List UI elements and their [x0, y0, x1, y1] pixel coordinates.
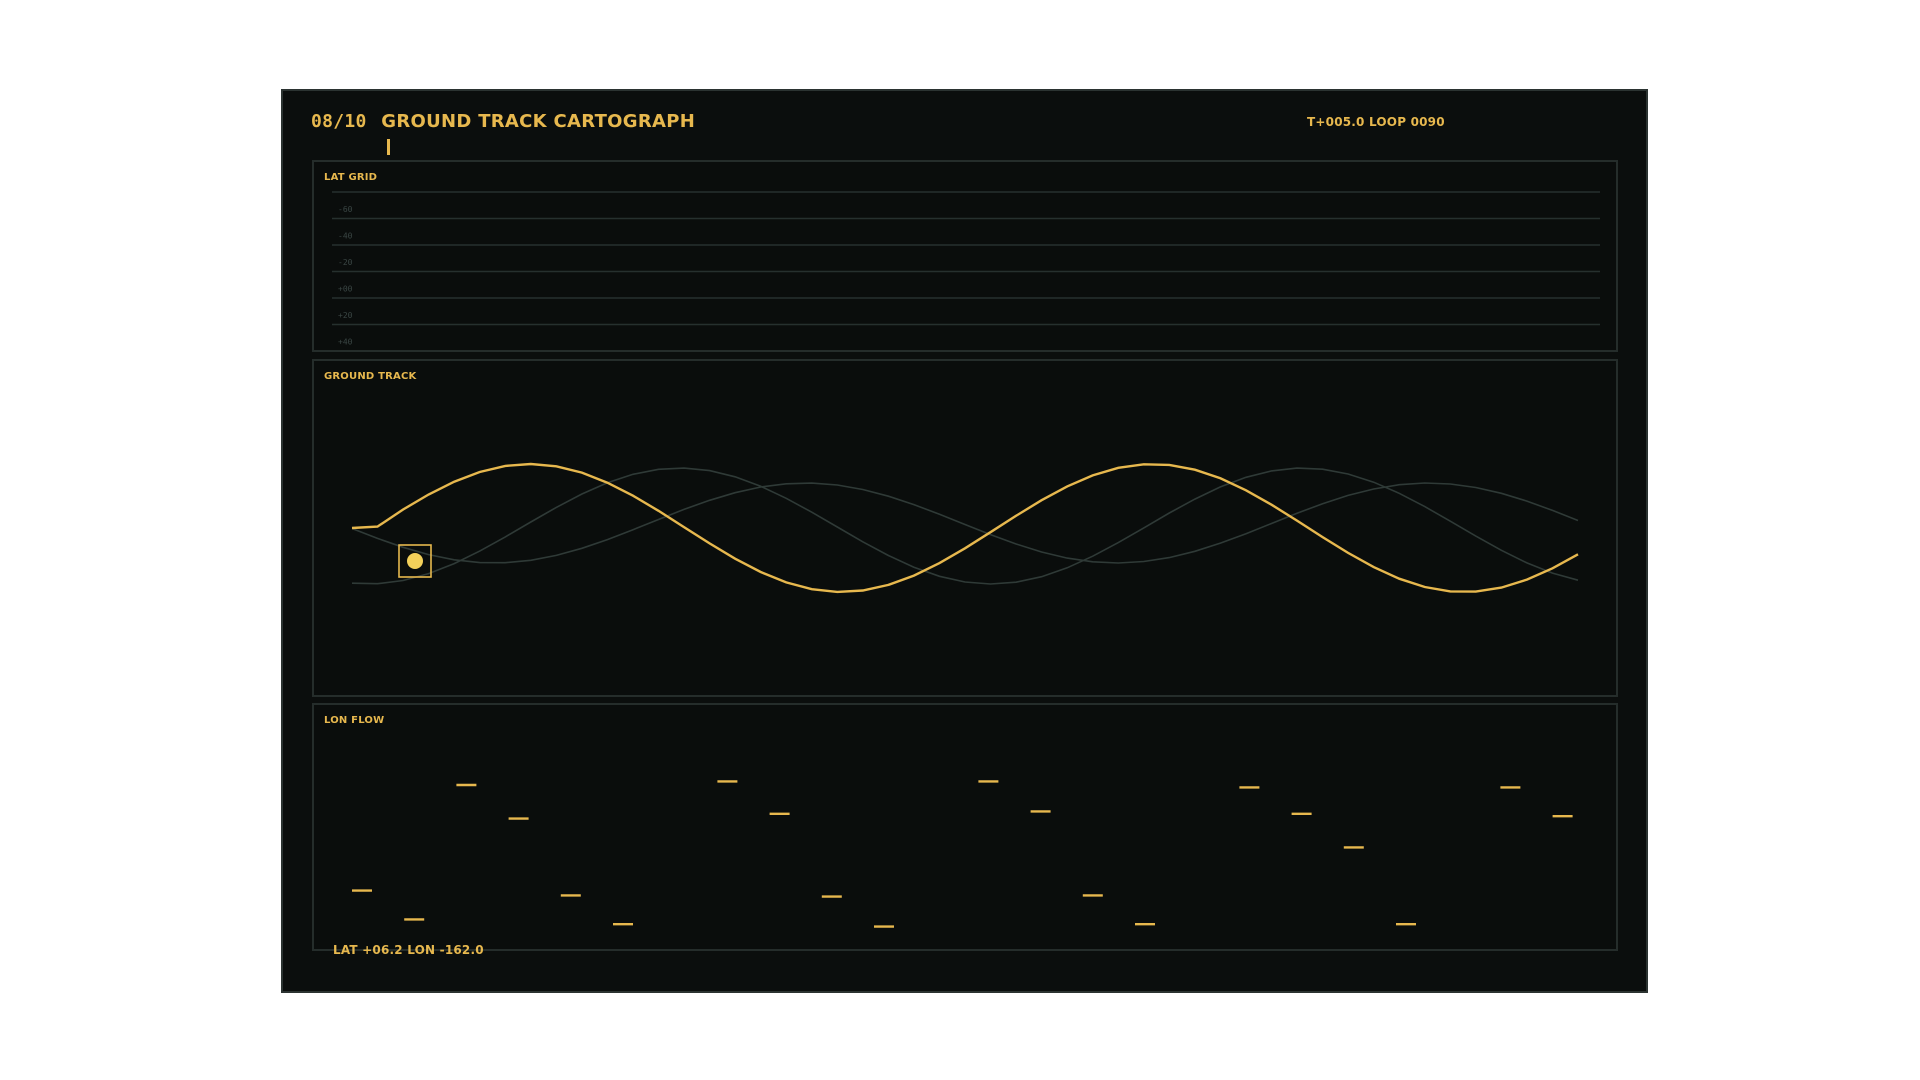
current-ground-track	[351, 462, 1579, 594]
lat-tick-label: +20	[338, 311, 353, 320]
lat-tick-label: -40	[338, 232, 353, 241]
page-index: 08/10	[311, 111, 367, 132]
ghost-track-b	[351, 482, 1579, 564]
lat-grid-panel: LAT GRID -60-40-20+00+20+40+60	[312, 160, 1618, 352]
satellite-marker[interactable]	[407, 553, 423, 569]
page-title-text: GROUND TRACK CARTOGRAPH	[381, 111, 696, 132]
lat-tick-label: -20	[338, 258, 353, 267]
lat-grid-chart: -60-40-20+00+20+40+60	[332, 191, 1600, 347]
ground-track-panel: GROUND TRACK	[312, 359, 1618, 697]
position-readout: LAT +06.2 LON -162.0	[333, 943, 484, 957]
ground-track-plot	[351, 462, 1579, 594]
page-title: 08/10 GROUND TRACK CARTOGRAPH	[311, 111, 695, 132]
lat-tick-label: +40	[338, 338, 353, 347]
cartograph-window: 08/10 GROUND TRACK CARTOGRAPH T+005.0 LO…	[281, 89, 1648, 993]
loop-status: T+005.0 LOOP 0090	[1307, 115, 1445, 129]
lat-tick-label: -60	[338, 205, 353, 214]
lat-tick-label: +00	[338, 285, 353, 294]
text-cursor	[387, 139, 390, 155]
lon-flow-chart	[352, 780, 1573, 928]
lon-flow-panel: LON FLOW	[312, 703, 1618, 951]
